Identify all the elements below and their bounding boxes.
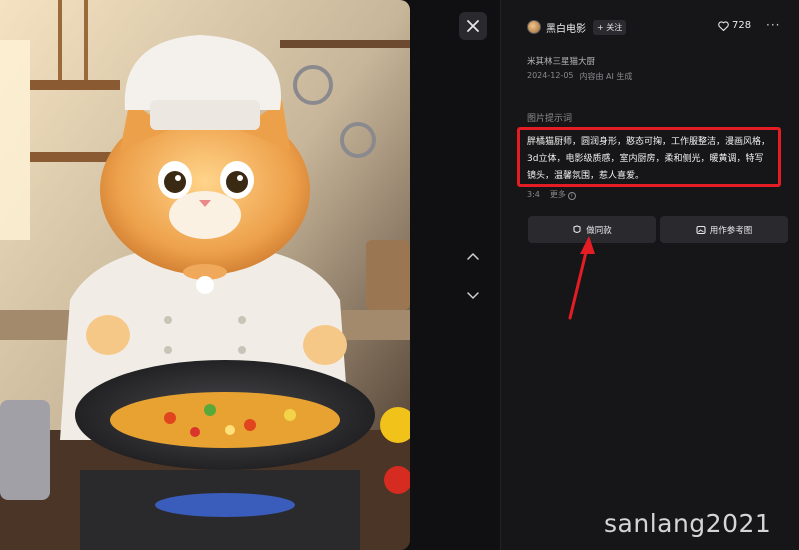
- meta-row: 2024-12-05 内容由 AI 生成: [527, 71, 632, 82]
- chevron-down-icon: [467, 292, 479, 300]
- date: 2024-12-05: [527, 71, 574, 80]
- close-button[interactable]: [459, 12, 487, 40]
- prompt-highlight-box: 胖橘猫厨师，圆润身形，憨态可掬，工作服整洁，漫画风格，3d立体，电影级质感，室内…: [517, 127, 781, 187]
- generated-image[interactable]: [0, 0, 410, 550]
- more-options-button[interactable]: ···: [766, 18, 780, 32]
- info-icon: i: [567, 192, 576, 200]
- more-details-link[interactable]: 更多 i: [550, 189, 576, 200]
- author-name[interactable]: 黑白电影: [546, 20, 586, 35]
- detail-panel: [500, 0, 799, 550]
- aspect-ratio: 3:4: [527, 190, 540, 199]
- heart-icon: [718, 20, 729, 31]
- use-as-reference-button[interactable]: 用作参考图: [660, 216, 788, 243]
- close-icon: [467, 20, 479, 32]
- navigation-column: [410, 0, 500, 550]
- avatar[interactable]: [527, 20, 541, 34]
- image-reference-icon: [696, 225, 706, 234]
- chevron-up-icon: [467, 252, 479, 260]
- like-count: 728: [732, 20, 752, 31]
- use-as-reference-label: 用作参考图: [709, 225, 753, 236]
- chef-cat-image: [0, 0, 410, 550]
- previous-button[interactable]: [463, 246, 483, 266]
- like-button[interactable]: 728: [718, 20, 751, 31]
- annotation-arrow-icon: [568, 236, 595, 320]
- work-title: 米其林三星猫大厨: [527, 57, 596, 67]
- author-row: 黑白电影 + 关注: [527, 18, 627, 36]
- prompt-text: 胖橘猫厨师，圆润身形，憨态可掬，工作服整洁，漫画风格，3d立体，电影级质感，室内…: [527, 137, 771, 181]
- details-row: 3:4 更多 i: [527, 189, 576, 200]
- ai-generated-note: 内容由 AI 生成: [579, 72, 633, 81]
- follow-button[interactable]: + 关注: [593, 19, 627, 35]
- prompt-label: 图片提示词: [527, 114, 573, 124]
- next-button[interactable]: [463, 286, 483, 306]
- watermark: sanlang2021: [604, 509, 772, 538]
